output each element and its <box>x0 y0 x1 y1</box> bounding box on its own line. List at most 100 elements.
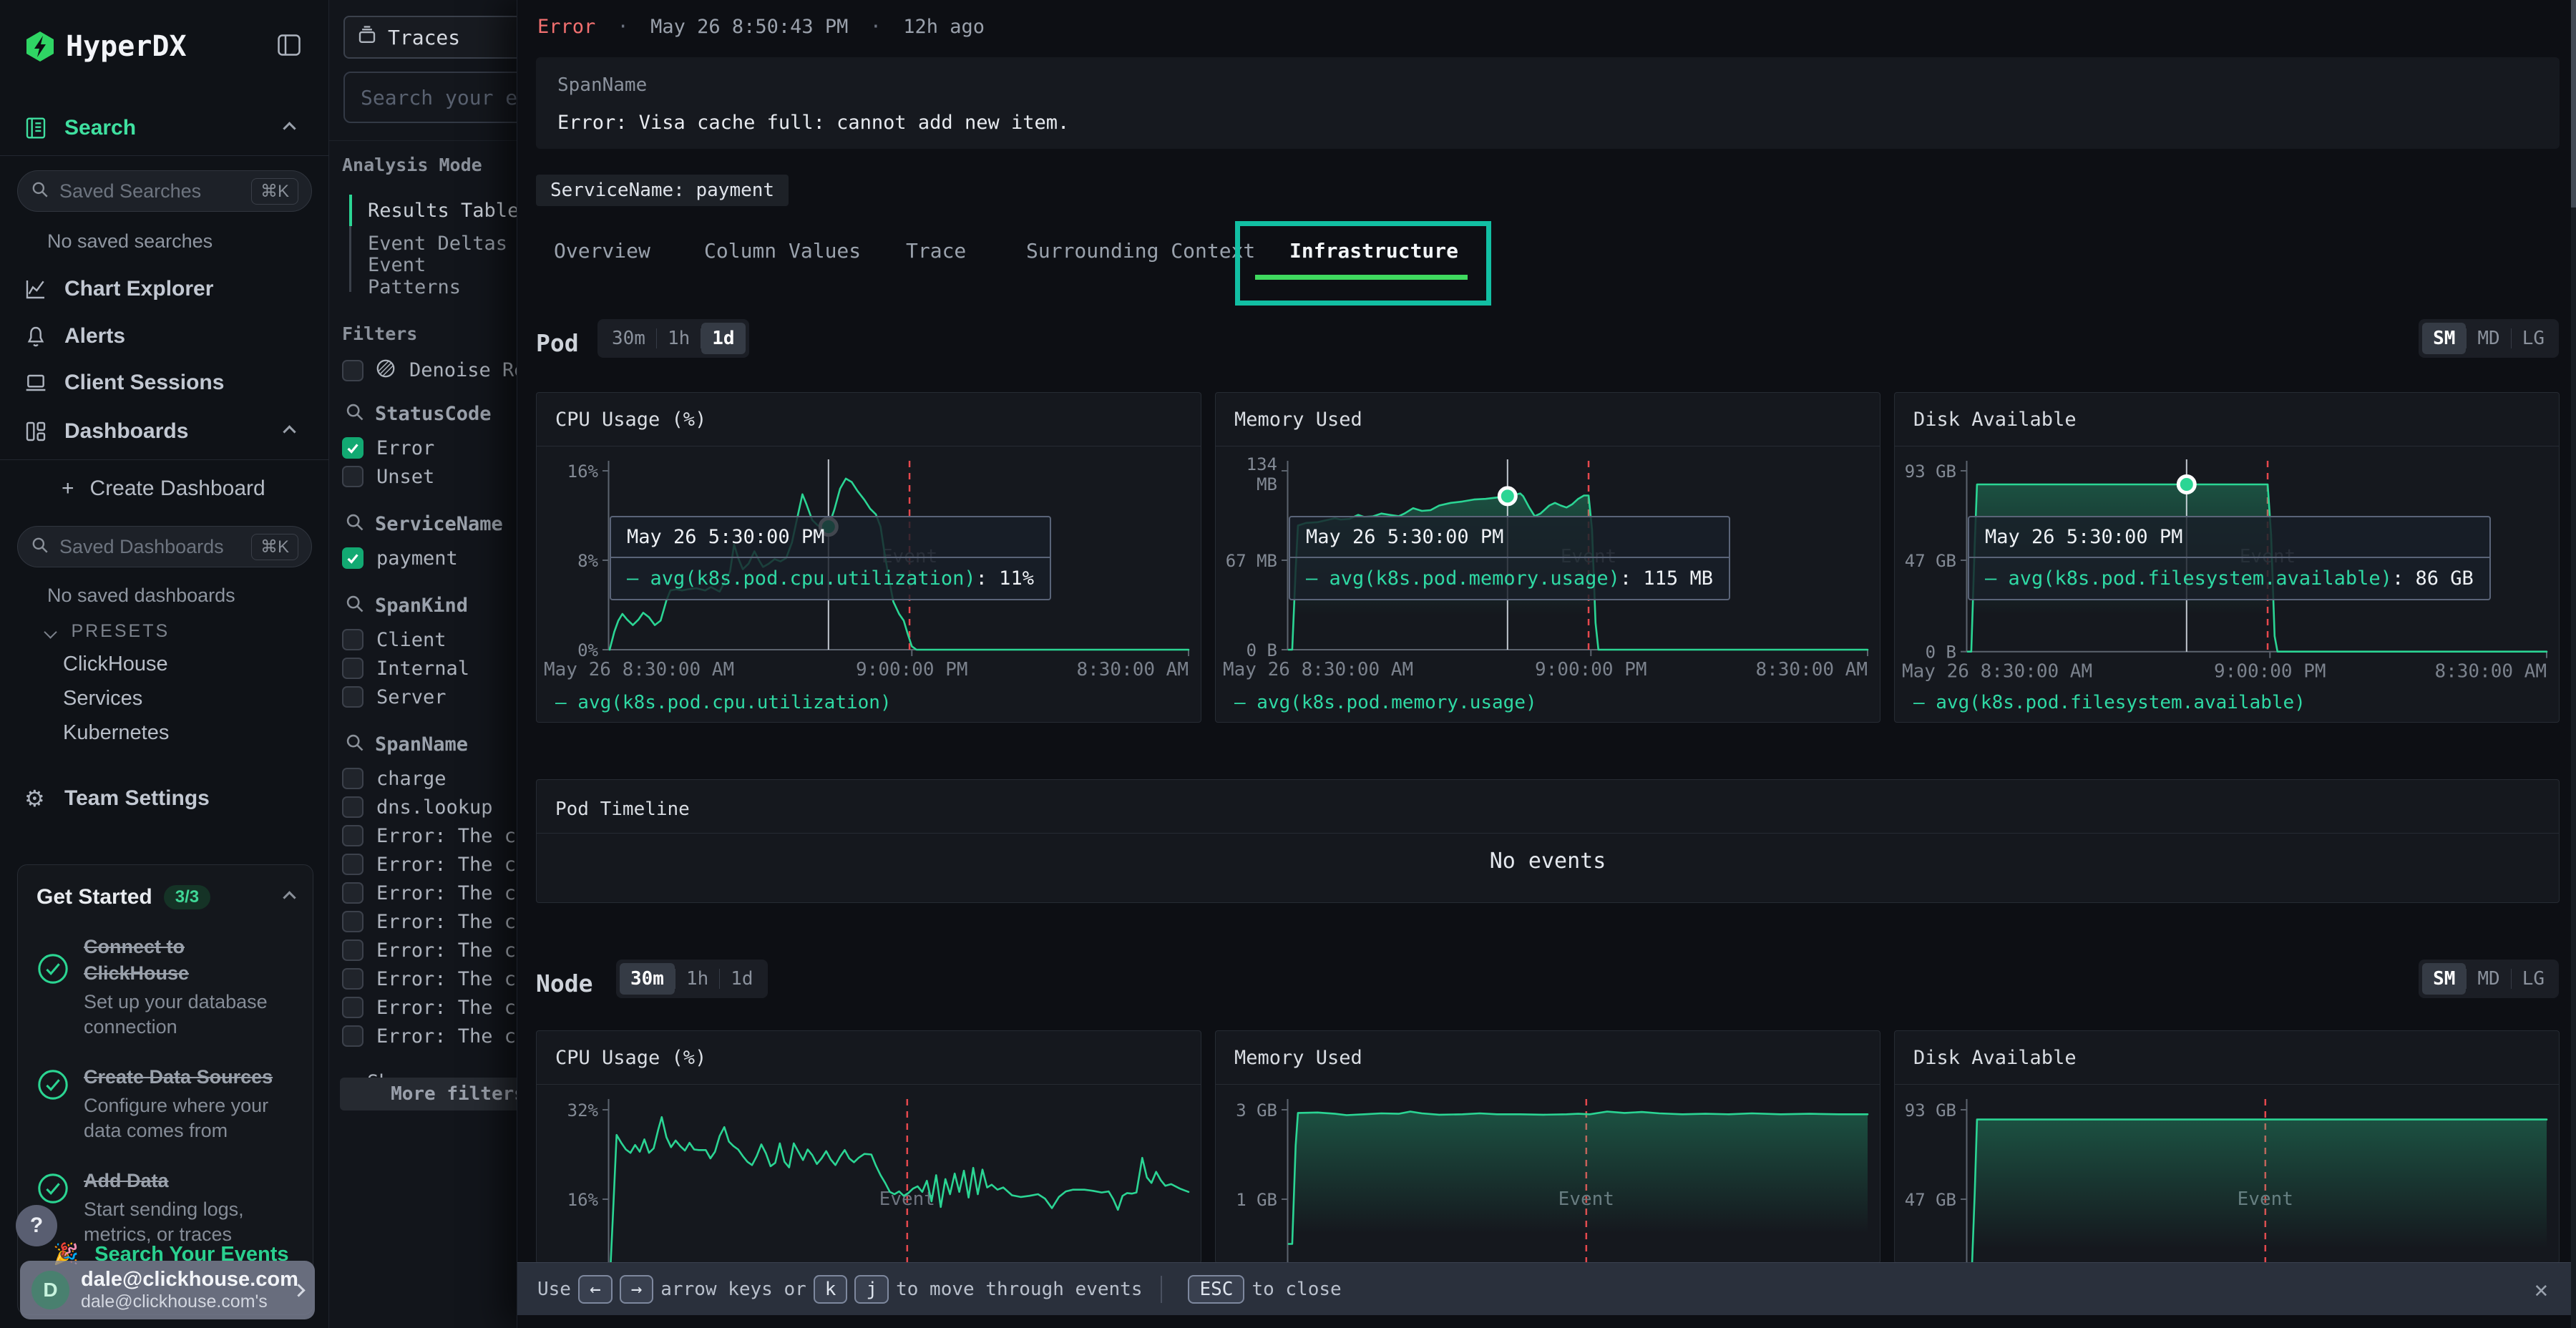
checkbox-unchecked[interactable] <box>342 686 364 708</box>
filter-group-servicename[interactable]: ServiceName <box>345 508 503 540</box>
user-menu[interactable]: D dale@clickhouse.com dale@clickhouse.co… <box>20 1261 315 1319</box>
filter-option[interactable]: Client <box>342 625 447 654</box>
saved-searches-input[interactable]: ⌘K <box>17 170 312 212</box>
shortcut-badge: ⌘K <box>251 178 298 205</box>
svg-text:May 26 8:30:00 AM: May 26 8:30:00 AM <box>1902 661 2092 683</box>
node-size-sm[interactable]: SM <box>2422 963 2466 995</box>
event-search-field[interactable] <box>361 86 530 109</box>
source-select[interactable]: Traces <box>343 16 530 59</box>
sidebar-item-alerts[interactable]: Alerts <box>0 316 329 356</box>
checkbox-unchecked[interactable] <box>342 825 364 846</box>
checkbox-unchecked[interactable] <box>342 658 364 679</box>
tab-surrounding-context[interactable]: Surrounding Context <box>1026 239 1255 263</box>
sidebar: HyperDX Search ⌘K No saved searches Char… <box>0 0 329 1328</box>
checkbox-checked[interactable] <box>342 437 364 459</box>
tab-overview[interactable]: Overview <box>554 239 650 263</box>
node-range-1d[interactable]: 1d <box>720 963 763 995</box>
pod-range-1h[interactable]: 1h <box>657 323 701 354</box>
checkbox-checked[interactable] <box>342 547 364 569</box>
scrollbar-thumb[interactable] <box>2571 0 2576 208</box>
create-dashboard-button[interactable]: +Create Dashboard <box>62 477 265 501</box>
help-button[interactable]: ? <box>16 1205 57 1246</box>
node-size-lg[interactable]: LG <box>2512 963 2555 995</box>
pod-size-lg[interactable]: LG <box>2512 323 2555 354</box>
chevron-up-icon[interactable] <box>283 891 296 904</box>
saved-dashboards-input[interactable]: ⌘K <box>17 526 312 567</box>
get-started-item[interactable]: Add Data Start sending logs, metrics, or… <box>36 1168 294 1247</box>
tab-trace[interactable]: Trace <box>906 239 966 263</box>
filter-option[interactable]: dns.lookup <box>342 793 493 821</box>
collapse-sidebar-button[interactable] <box>278 34 301 59</box>
checkbox-unchecked[interactable] <box>342 466 364 487</box>
checkbox-unchecked[interactable] <box>342 629 364 650</box>
chevron-up-icon[interactable] <box>283 425 296 438</box>
filter-group-spanname[interactable]: SpanName <box>345 728 468 760</box>
filter-option[interactable]: Error <box>342 434 434 462</box>
chart-node-cpu[interactable]: 32%16%Event <box>542 1092 1197 1264</box>
filter-option[interactable]: Error: The cr <box>342 821 527 850</box>
filter-option[interactable]: Error: The cr <box>342 850 527 879</box>
node-size-md[interactable]: MD <box>2467 963 2510 995</box>
filter-option[interactable]: Error: The cr <box>342 1022 527 1050</box>
chart-legend: — avg(k8s.pod.filesystem.available) <box>1913 692 2306 713</box>
pod-range-30m[interactable]: 30m <box>601 323 656 354</box>
denoise-checkbox-row[interactable]: Denoise Results <box>342 358 530 383</box>
get-started-item[interactable]: Create Data Sources Configure where your… <box>36 1064 294 1143</box>
filter-option[interactable]: Error: The cr <box>342 907 527 936</box>
filter-option[interactable]: Error: The cr <box>342 993 527 1022</box>
chevron-up-icon[interactable] <box>283 122 296 135</box>
node-range-1h[interactable]: 1h <box>675 963 719 995</box>
tab-column-values[interactable]: Column Values <box>704 239 861 263</box>
search-icon <box>345 733 365 756</box>
preset-kubernetes[interactable]: Kubernetes <box>63 721 169 745</box>
svg-text:0 B: 0 B <box>1246 640 1277 660</box>
sidebar-item-client-sessions[interactable]: Client Sessions <box>0 363 329 403</box>
checkbox-unchecked[interactable] <box>342 768 364 789</box>
filter-group-statuscode[interactable]: StatusCode <box>345 398 492 429</box>
sidebar-item-dashboards[interactable]: Dashboards <box>0 411 329 451</box>
sidebar-item-chart-explorer[interactable]: Chart Explorer <box>0 269 329 309</box>
checkbox-unchecked[interactable] <box>342 360 364 381</box>
mode-event-patterns[interactable]: Event Patterns <box>368 260 530 292</box>
sidebar-item-team-settings[interactable]: ⚙ Team Settings <box>0 778 329 819</box>
svg-text:May 26 8:30:00 AM: May 26 8:30:00 AM <box>1223 659 1413 680</box>
filter-option[interactable]: Error: The cr <box>342 879 527 907</box>
search-icon <box>345 512 365 536</box>
filter-option[interactable]: charge <box>342 764 447 793</box>
saved-searches-field[interactable] <box>59 180 251 202</box>
event-search-input[interactable] <box>343 72 530 123</box>
close-icon[interactable]: ✕ <box>2534 1276 2548 1303</box>
divider <box>537 1084 1201 1085</box>
chart-node-mem[interactable]: 3 GB1 GBEvent <box>1221 1092 1876 1264</box>
checkbox-unchecked[interactable] <box>342 911 364 932</box>
mode-results-table[interactable]: Results Table <box>368 195 519 226</box>
presets-toggle[interactable]: PRESETS <box>46 621 170 642</box>
pod-size-sm[interactable]: SM <box>2422 323 2466 354</box>
saved-dashboards-field[interactable] <box>59 536 251 558</box>
preset-clickhouse[interactable]: ClickHouse <box>63 653 168 676</box>
checkbox-unchecked[interactable] <box>342 854 364 875</box>
checkbox-unchecked[interactable] <box>342 997 364 1018</box>
filter-option[interactable]: payment <box>342 544 458 572</box>
tooltip-metric: — avg(k8s.pod.cpu.utilization): 11% <box>611 558 1050 599</box>
filter-option[interactable]: Error: The cr <box>342 936 527 965</box>
checkbox-unchecked[interactable] <box>342 1025 364 1047</box>
service-name-chip[interactable]: ServiceName: payment <box>536 175 789 206</box>
filter-group-spankind[interactable]: SpanKind <box>345 590 468 621</box>
node-range-30m[interactable]: 30m <box>620 963 675 995</box>
filter-option[interactable]: Unset <box>342 462 434 491</box>
checkbox-unchecked[interactable] <box>342 796 364 818</box>
more-filters-button[interactable]: More filters <box>340 1078 530 1110</box>
checkbox-unchecked[interactable] <box>342 882 364 904</box>
checkbox-unchecked[interactable] <box>342 968 364 990</box>
checkbox-unchecked[interactable] <box>342 939 364 961</box>
pod-range-1d[interactable]: 1d <box>701 323 745 354</box>
filter-option[interactable]: Internal <box>342 654 469 683</box>
preset-services[interactable]: Services <box>63 687 142 711</box>
get-started-item[interactable]: Connect to ClickHouse Set up your databa… <box>36 934 294 1040</box>
filter-option[interactable]: Server <box>342 683 447 711</box>
pod-size-md[interactable]: MD <box>2467 323 2510 354</box>
sidebar-item-search[interactable]: Search <box>0 108 329 148</box>
chart-node-disk[interactable]: 93 GB47 GBEvent <box>1901 1092 2555 1264</box>
filter-option[interactable]: Error: The cr <box>342 965 527 993</box>
